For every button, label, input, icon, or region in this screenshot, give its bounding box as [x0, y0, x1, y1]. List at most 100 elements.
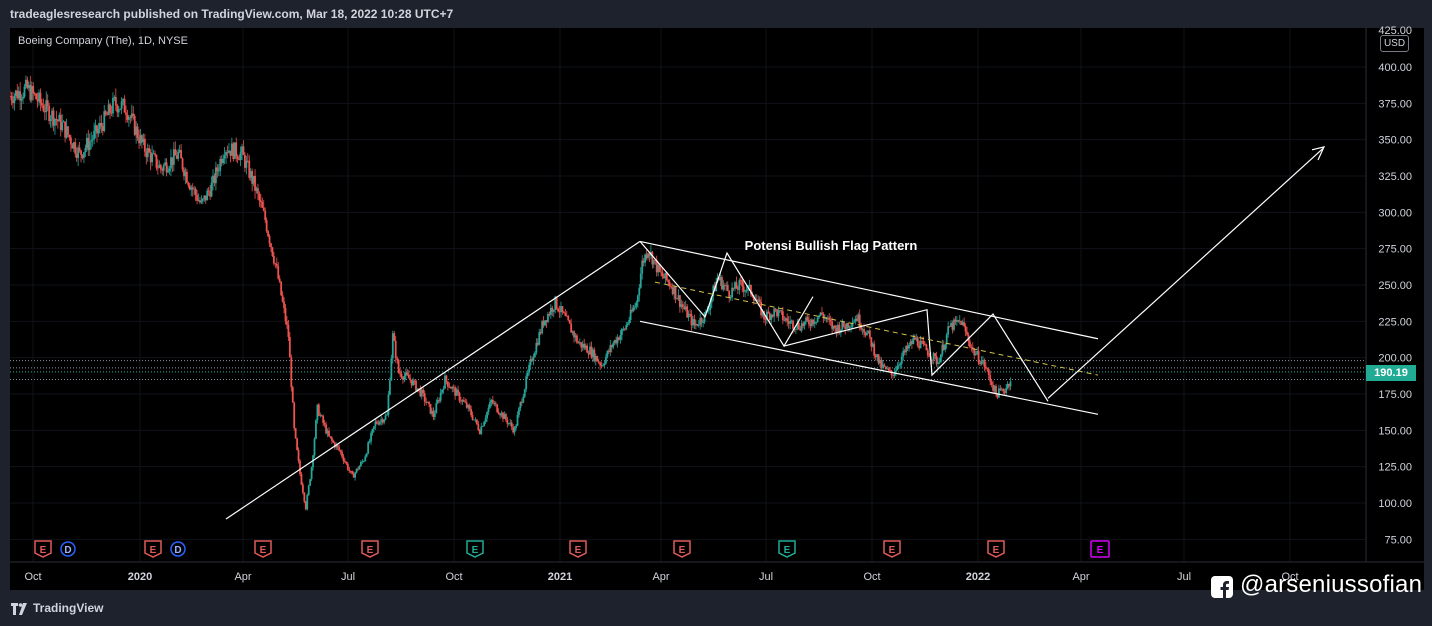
candle-body: [528, 365, 530, 373]
candle-body: [522, 396, 525, 403]
candle-body: [506, 419, 509, 424]
candle-body: [315, 420, 317, 439]
candle-body: [409, 378, 412, 380]
candle-body: [364, 456, 367, 462]
candle-body: [265, 220, 268, 232]
candle-body: [526, 372, 529, 377]
candle-body: [280, 281, 283, 296]
candle-body: [464, 401, 467, 403]
candle-body: [792, 320, 794, 329]
candle-body: [320, 415, 323, 417]
candle-body: [277, 265, 280, 279]
candle-body: [104, 111, 107, 115]
candle-body: [155, 154, 158, 168]
price-tick-label: 200.00: [1378, 353, 1412, 365]
candle-body: [346, 463, 349, 470]
candle-body: [519, 402, 522, 409]
candle-body: [344, 460, 346, 463]
time-tick-label: Oct: [24, 571, 41, 583]
candle-body: [702, 322, 704, 324]
candle-body: [441, 389, 443, 393]
candle-body: [783, 320, 786, 321]
candle-body: [387, 394, 390, 415]
candle-body: [489, 402, 491, 408]
price-tick-label: 225.00: [1378, 316, 1412, 328]
candle-body: [621, 329, 623, 335]
candle-body: [433, 413, 436, 418]
candle-body: [375, 421, 378, 424]
symbol-info: Boeing Company (The), 1D, NYSE: [18, 35, 188, 47]
candle-body: [222, 158, 225, 164]
candle-body: [151, 153, 153, 163]
candle-body: [286, 321, 288, 325]
candle-body: [313, 438, 316, 456]
candle-body: [39, 92, 42, 104]
candle-body: [201, 198, 204, 201]
currency-button[interactable]: USD: [1380, 35, 1409, 52]
candle-body: [563, 311, 565, 313]
candle-body: [67, 126, 69, 135]
candle-body: [635, 302, 638, 307]
candle-body: [323, 422, 326, 425]
candle-body: [660, 271, 662, 273]
pattern-annotation: Potensi Bullish Flag Pattern: [745, 238, 918, 253]
candle-body: [612, 343, 615, 348]
candle-body: [926, 350, 929, 356]
candle-body: [477, 424, 480, 431]
candle-body: [78, 147, 81, 151]
candle-body: [632, 307, 635, 312]
candle-body: [283, 301, 285, 308]
candle-body: [132, 113, 135, 116]
candle-body: [738, 280, 741, 290]
candle-body: [93, 130, 95, 140]
earnings-marker-label: E: [889, 545, 896, 556]
candle-body: [61, 122, 64, 131]
candle-body: [916, 337, 919, 346]
candle-body: [758, 299, 761, 302]
candle-body: [532, 357, 535, 361]
candle-body: [351, 471, 354, 474]
candle-body: [513, 428, 516, 433]
candle-body: [767, 311, 770, 314]
candle-body: [342, 456, 345, 461]
candle-body: [258, 193, 261, 201]
time-tick-label: Jul: [341, 571, 355, 583]
candle-body: [568, 320, 571, 324]
tradingview-brand[interactable]: TradingView: [33, 601, 103, 615]
candle-body: [70, 137, 72, 145]
candle-body: [636, 295, 639, 303]
candle-body: [552, 309, 555, 312]
candle-body: [257, 188, 259, 194]
candle-body: [462, 400, 465, 402]
candle-body: [625, 325, 628, 330]
zigzag-line: [639, 241, 814, 348]
candle-body: [68, 134, 71, 138]
candle-body: [697, 325, 700, 326]
time-tick-label: 2021: [548, 571, 572, 583]
candlestick-chart[interactable]: 75.00 100.00 125.00 150.00 175.00 200.00 225.0…: [0, 0, 1432, 626]
candle-body: [278, 278, 281, 282]
candle-body: [518, 408, 520, 416]
candle-body: [435, 403, 438, 414]
earnings-marker-label: E: [784, 545, 791, 556]
candle-body: [947, 326, 950, 335]
candle-body: [354, 472, 356, 478]
candle-body: [457, 389, 459, 393]
candle-body: [159, 164, 162, 170]
candle-body: [505, 414, 507, 420]
candle-body: [989, 375, 992, 382]
candle-body: [368, 441, 371, 443]
candle-body: [267, 231, 269, 237]
candle-body: [940, 354, 942, 363]
candle-body: [597, 361, 600, 363]
price-tick-label: 375.00: [1378, 98, 1412, 110]
candle-body: [180, 150, 182, 159]
candle-body: [681, 304, 684, 307]
candle-body: [773, 308, 776, 317]
candle-body: [123, 98, 126, 113]
candle-body: [407, 374, 410, 379]
candle-body: [428, 401, 430, 404]
candle-body: [20, 98, 23, 101]
candle-body: [447, 381, 449, 387]
tradingview-logo-icon: [11, 603, 27, 615]
